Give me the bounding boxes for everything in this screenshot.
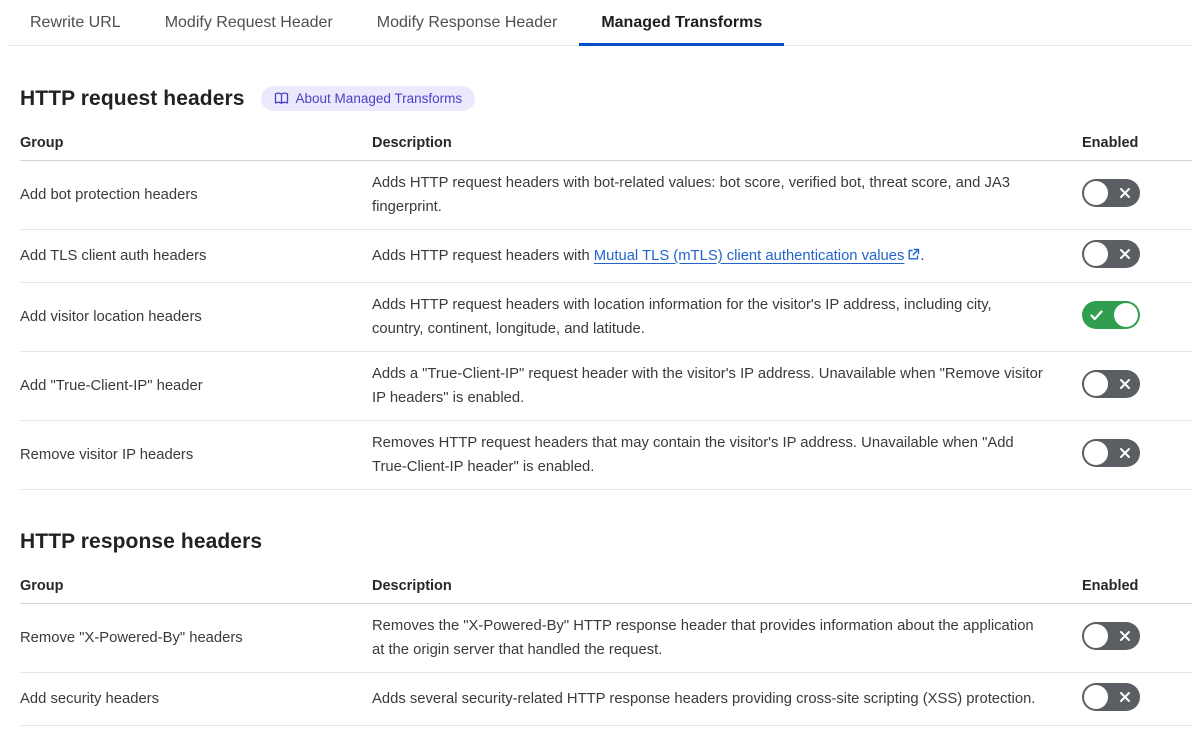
toggle-knob	[1084, 372, 1108, 396]
column-header-description: Description	[372, 135, 452, 151]
row-description: Adds HTTP request headers with Mutual TL…	[372, 244, 1082, 269]
tab-rewrite-url[interactable]: Rewrite URL	[8, 0, 143, 45]
x-icon	[1119, 691, 1131, 707]
table-row: Add TLS client auth headers Adds HTTP re…	[20, 230, 1192, 283]
toggle-knob	[1084, 685, 1108, 709]
row-description: Removes the "X-Powered-By" HTTP response…	[372, 618, 1034, 658]
column-header-description: Description	[372, 578, 452, 594]
x-icon	[1119, 630, 1131, 646]
column-header-enabled: Enabled	[1082, 135, 1139, 151]
toggle-add-visitor-location-headers[interactable]	[1082, 301, 1140, 329]
request-headers-section: HTTP request headers About Managed Trans…	[20, 86, 1192, 490]
toggle-add-bot-protection-headers[interactable]	[1082, 179, 1140, 207]
tab-managed-transforms[interactable]: Managed Transforms	[579, 0, 785, 46]
column-header-group: Group	[20, 578, 64, 594]
toggle-knob	[1084, 242, 1108, 266]
description-text: Adds HTTP request headers with	[372, 247, 594, 264]
row-description: Adds several security-related HTTP respo…	[372, 691, 1036, 707]
tab-modify-response-header[interactable]: Modify Response Header	[355, 0, 580, 45]
x-icon	[1119, 248, 1131, 264]
table-row: Remove "X-Powered-By" headers Removes th…	[20, 604, 1192, 673]
table-row: Remove visitor IP headers Removes HTTP r…	[20, 421, 1192, 490]
about-badge-label: About Managed Transforms	[295, 91, 463, 106]
row-group-label: Remove visitor IP headers	[20, 447, 194, 463]
response-headers-title: HTTP response headers	[20, 530, 263, 553]
row-description: Adds HTTP request headers with location …	[372, 297, 992, 337]
x-icon	[1119, 447, 1131, 463]
response-table-header: Group Description Enabled	[20, 570, 1192, 604]
tab-bar: Rewrite URL Modify Request Header Modify…	[8, 0, 1192, 46]
toggle-add-tls-client-auth-headers[interactable]	[1082, 240, 1140, 268]
external-link-icon	[907, 245, 920, 269]
toggle-knob	[1084, 624, 1108, 648]
row-group-label: Add security headers	[20, 691, 160, 707]
toggle-add-security-headers[interactable]	[1082, 683, 1140, 711]
row-group-label: Add bot protection headers	[20, 187, 198, 203]
toggle-add-true-client-ip-header[interactable]	[1082, 370, 1140, 398]
about-managed-transforms-badge[interactable]: About Managed Transforms	[260, 86, 476, 111]
row-group-label: Add TLS client auth headers	[20, 248, 207, 264]
x-icon	[1119, 187, 1131, 203]
toggle-knob	[1084, 441, 1108, 465]
table-row: Add security headers Adds several securi…	[20, 673, 1192, 726]
column-header-group: Group	[20, 135, 64, 151]
toggle-remove-x-powered-by-headers[interactable]	[1082, 622, 1140, 650]
book-icon	[274, 92, 289, 105]
column-header-enabled: Enabled	[1082, 578, 1139, 594]
toggle-remove-visitor-ip-headers[interactable]	[1082, 439, 1140, 467]
x-icon	[1119, 378, 1131, 394]
check-icon	[1090, 309, 1103, 325]
table-row: Add bot protection headers Adds HTTP req…	[20, 161, 1192, 230]
toggle-knob	[1084, 181, 1108, 205]
table-row: Add visitor location headers Adds HTTP r…	[20, 283, 1192, 352]
table-row: Add "True-Client-IP" header Adds a "True…	[20, 352, 1192, 421]
request-headers-title: HTTP request headers	[20, 86, 245, 110]
row-group-label: Remove "X-Powered-By" headers	[20, 630, 243, 646]
request-table-header: Group Description Enabled	[20, 127, 1192, 161]
row-description: Removes HTTP request headers that may co…	[372, 435, 1014, 475]
description-text: .	[920, 247, 925, 264]
row-description: Adds a "True-Client-IP" request header w…	[372, 366, 1043, 406]
row-group-label: Add visitor location headers	[20, 309, 202, 325]
row-group-label: Add "True-Client-IP" header	[20, 378, 203, 394]
row-description: Adds HTTP request headers with bot-relat…	[372, 175, 1010, 215]
toggle-knob	[1114, 303, 1138, 327]
tab-modify-request-header[interactable]: Modify Request Header	[143, 0, 355, 45]
mtls-docs-link[interactable]: Mutual TLS (mTLS) client authentication …	[594, 248, 905, 264]
response-headers-section: HTTP response headers Group Description …	[20, 530, 1192, 726]
